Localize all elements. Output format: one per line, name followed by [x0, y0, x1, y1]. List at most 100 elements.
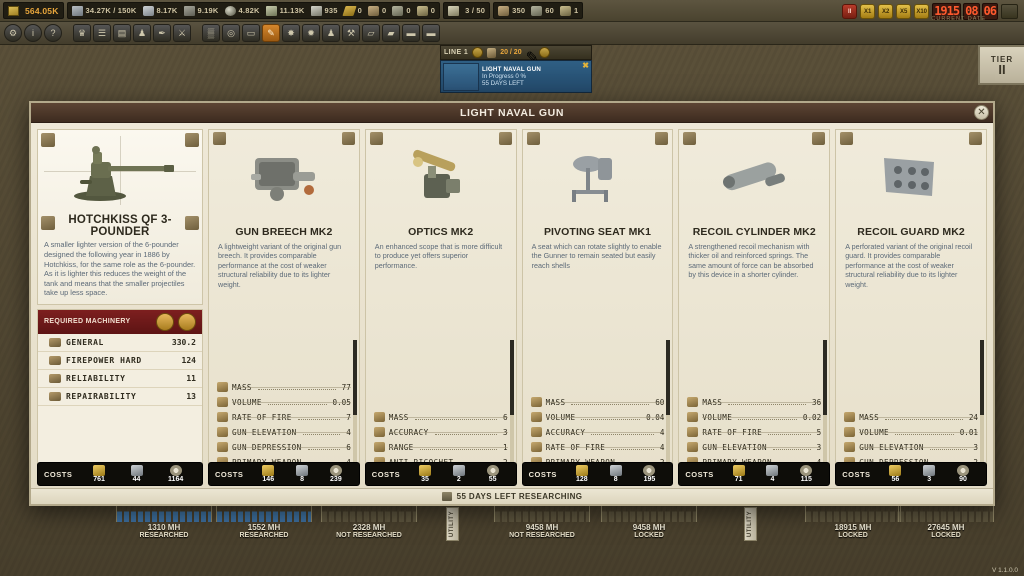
reports-button[interactable]: ☰ [93, 24, 111, 42]
project-thumbnail [443, 63, 479, 91]
transport-button[interactable]: ▬ [422, 24, 440, 42]
scrollbar-thumb[interactable] [666, 340, 671, 415]
treasury-group[interactable]: 564.05K [3, 2, 64, 19]
speed-x10-button[interactable]: X10 [914, 4, 930, 19]
tech-status: RESEARCHED [139, 532, 189, 539]
stat-name: RATE OF FIRE [545, 443, 606, 452]
scrollbar[interactable] [352, 340, 357, 465]
stat-row: RATE OF FIRE 7 [217, 407, 351, 422]
stat-row: RATE OF FIRE 5 [687, 422, 822, 437]
scrollbar[interactable] [823, 340, 828, 465]
volume-icon [217, 397, 228, 407]
scrollbar[interactable] [979, 340, 984, 465]
component-card[interactable]: PIVOTING SEAT MK1 A seat which can rotat… [521, 129, 674, 476]
stat-value: 0.01 [959, 428, 978, 437]
speed-x2-button[interactable]: X2 [878, 4, 894, 19]
intel-button[interactable]: ✒ [153, 24, 171, 42]
edit-line-icon[interactable]: ✎ [526, 48, 539, 67]
tech-node[interactable]: 1552 MH RESEARCHED [216, 505, 312, 539]
stat-value: 1 [503, 443, 508, 452]
tech-bars [217, 509, 311, 522]
projects-button[interactable]: ✹ [302, 24, 320, 42]
manpower-group[interactable]: 350 60 1 [493, 2, 584, 19]
supply-group[interactable]: 3 / 50 [443, 2, 491, 19]
stat-value: 6 [346, 443, 351, 452]
tech-node[interactable]: 2328 MH NOT RESEARCHED [321, 505, 417, 539]
stat-row: MASS 24 [844, 407, 978, 422]
category-tab-utility[interactable]: UTILITY [446, 507, 459, 541]
stat-value: 24 [968, 413, 978, 422]
design-button[interactable]: ✎ [262, 24, 280, 42]
supply-icon [448, 5, 460, 16]
tank-button[interactable]: ▰ [382, 24, 400, 42]
naval-gun-illustration [74, 145, 174, 201]
category-tab-utility[interactable]: UTILITY [744, 507, 757, 541]
resources-group[interactable]: 34.27K / 150K 8.17K 9.19K 4.82K 11.13K 9… [66, 2, 441, 19]
gear-icon [486, 465, 499, 476]
cancel-research-icon[interactable]: ✖ [582, 62, 589, 70]
component-card[interactable]: RECOIL CYLINDER MK2 A strengthened recoi… [678, 129, 831, 476]
help-button[interactable]: ? [44, 24, 62, 42]
stat-name: RANGE [388, 443, 414, 452]
tech-node[interactable]: 9458 MH LOCKED [601, 505, 697, 539]
scrollbar[interactable] [509, 340, 514, 465]
tech-node[interactable]: 27645 MH LOCKED [898, 505, 994, 539]
factory-button[interactable]: ▒ [202, 24, 220, 42]
ledger-button[interactable]: ▤ [113, 24, 131, 42]
world-button[interactable]: ◎ [222, 24, 240, 42]
cost-value: 55 [488, 476, 497, 483]
manpower-engineers: 60 [531, 5, 554, 16]
machinery-row[interactable]: REPAIRABILITY 13 [38, 388, 202, 406]
gear-icon [800, 465, 813, 476]
speed-x5-button[interactable]: X5 [896, 4, 912, 19]
tech-node[interactable]: 18915 MH LOCKED [805, 505, 901, 539]
component-card[interactable]: RECOIL GUARD MK2 A perforated variant of… [835, 129, 987, 476]
project-progress: In Progress 0 % [482, 73, 527, 80]
component-artwork [366, 134, 516, 220]
component-card[interactable]: OPTICS MK2 An enhanced scope that is mor… [364, 129, 517, 476]
depot-button[interactable]: ▭ [242, 24, 260, 42]
scrollbar-thumb[interactable] [509, 340, 514, 415]
component-artwork [679, 134, 829, 220]
trophy-button[interactable]: ♛ [73, 24, 91, 42]
personnel-button[interactable]: ♟ [133, 24, 151, 42]
info-button[interactable]: i [24, 24, 42, 42]
tech-node[interactable]: 9458 MH NOT RESEARCHED [494, 505, 590, 539]
tech-node[interactable]: 1310 MH RESEARCHED [116, 505, 212, 539]
scrollbar-thumb[interactable] [823, 340, 828, 415]
scrollbar-thumb[interactable] [352, 340, 357, 415]
line-next-button[interactable] [538, 47, 550, 58]
machinery-name: GENERAL [66, 338, 104, 347]
resource-value: 4.82K [238, 6, 260, 15]
speed-x1-button[interactable]: X1 [860, 4, 876, 19]
cost-item: 146 [262, 465, 275, 483]
research-button[interactable]: ✸ [282, 24, 300, 42]
machinery-row[interactable]: RELIABILITY 11 [38, 370, 202, 388]
crew-button[interactable]: ♟ [322, 24, 340, 42]
convoy-button[interactable]: ▬ [402, 24, 420, 42]
speed-pause-button[interactable]: II [842, 4, 858, 19]
scrollbar-thumb[interactable] [979, 340, 984, 415]
research-line-body[interactable]: LIGHT NAVAL GUN In Progress 0 % 55 DAYS … [440, 60, 592, 93]
stat-value: 0.04 [646, 413, 665, 422]
close-icon[interactable]: ✕ [974, 105, 989, 120]
stat-value: 77 [341, 383, 351, 392]
machinery-row[interactable]: FIREPOWER HARD 124 [38, 352, 202, 370]
tech-status: LOCKED [931, 532, 961, 539]
scrollbar[interactable] [666, 340, 671, 465]
research-days-left: 55 DAYS LEFT RESEARCHING [456, 492, 583, 501]
line-prev-button[interactable] [472, 47, 484, 58]
armor-button[interactable]: ▱ [362, 24, 380, 42]
cost-item: 761 [93, 465, 106, 483]
project-name: LIGHT NAVAL GUN [482, 66, 542, 73]
stat-row: MASS 6 [373, 407, 508, 422]
steel-icon [142, 5, 154, 16]
machinery-row[interactable]: GENERAL 330.2 [38, 334, 202, 352]
game-screen: 564.05K 34.27K / 150K 8.17K 9.19K 4.82K … [0, 0, 1024, 576]
cavalry-icon[interactable] [1001, 4, 1018, 19]
component-card[interactable]: GUN BREECH MK2 A lightweight variant of … [208, 129, 360, 476]
settings-button[interactable]: ⚙ [4, 24, 22, 42]
military-button[interactable]: ⚔ [173, 24, 191, 42]
resource-tungsten: 0 [368, 5, 386, 16]
tools-button[interactable]: ⚒ [342, 24, 360, 42]
